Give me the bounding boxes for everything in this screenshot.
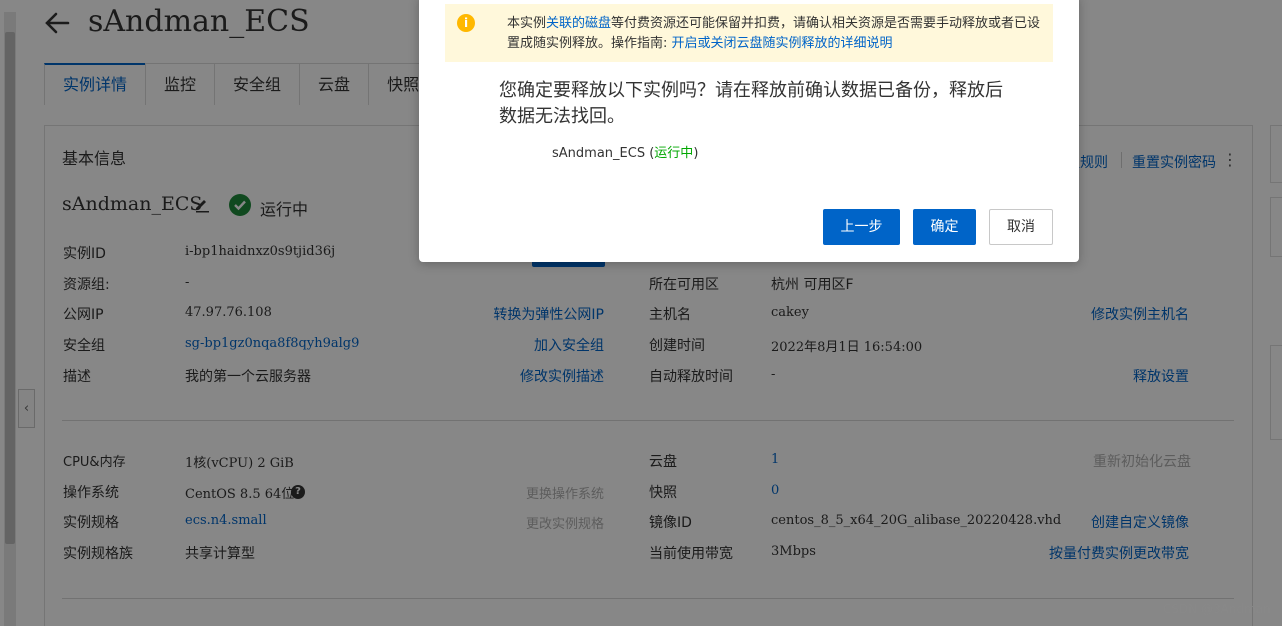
confirm-question: 您确定要释放以下实例吗？请在释放前确认数据已备份，释放后数据无法找回。 bbox=[499, 80, 1003, 127]
warning-info-icon: i bbox=[457, 14, 475, 32]
instance-name: sAndman_ECS bbox=[552, 146, 646, 161]
confirm-button[interactable]: 确定 bbox=[913, 209, 976, 245]
release-instance-dialog: i 本实例关联的磁盘等付费资源还可能保留并扣费，请确认相关资源是否需要手动释放或… bbox=[419, 0, 1079, 262]
watermark: CSDN @3Andman bbox=[1163, 602, 1271, 616]
alert-message: 本实例关联的磁盘等付费资源还可能保留并扣费，请确认相关资源是否需要手动释放或者已… bbox=[507, 14, 1043, 54]
disk-release-guide-link[interactable]: 开启或关闭云盘随实例释放的详细说明 bbox=[672, 36, 893, 51]
cancel-button[interactable]: 取消 bbox=[989, 209, 1053, 245]
instance-status: 运行中 bbox=[654, 146, 694, 161]
instance-to-release: sAndman_ECS (运行中) bbox=[552, 146, 699, 161]
warning-alert: i 本实例关联的磁盘等付费资源还可能保留并扣费，请确认相关资源是否需要手动释放或… bbox=[445, 4, 1053, 62]
previous-step-button[interactable]: 上一步 bbox=[823, 209, 900, 245]
alert-text-part: 本实例 bbox=[507, 16, 547, 31]
associated-disk-link[interactable]: 关联的磁盘 bbox=[546, 16, 611, 31]
